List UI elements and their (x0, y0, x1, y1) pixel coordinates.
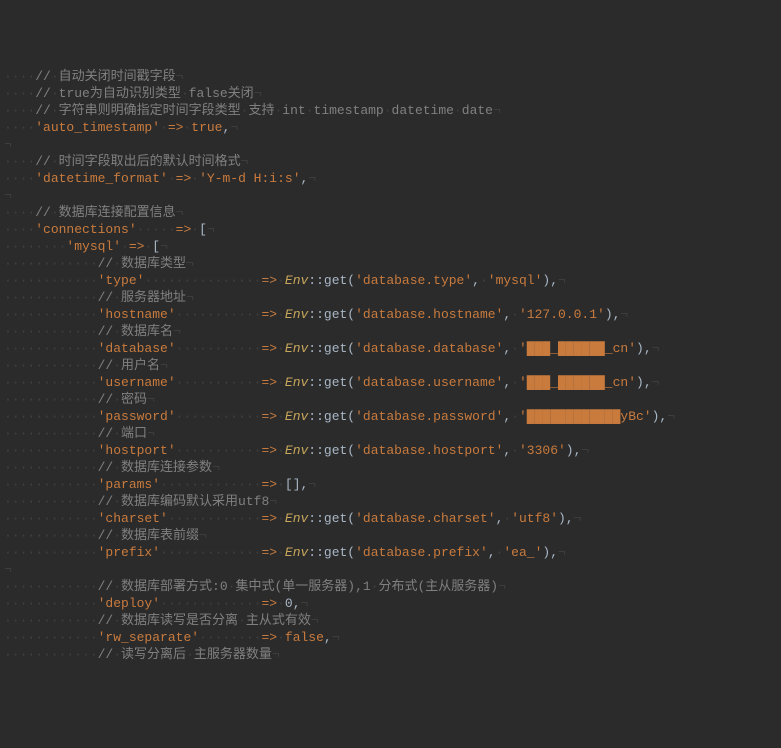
code-line: ····'auto_timestamp'·=>·true,¬ (4, 119, 777, 136)
code-line: ····//·时间字段取出后的默认时间格式¬ (4, 153, 777, 170)
code-line: ············//·数据库读写是否分离·主从式有效¬ (4, 612, 777, 629)
code-line: ············//·数据库连接参数¬ (4, 459, 777, 476)
code-editor[interactable]: ····//·自动关闭时间戳字段¬····//·true为自动识别类型·fals… (4, 68, 777, 663)
code-line: ············'charset'············=>·Env:… (4, 510, 777, 527)
code-line: ············//·读写分离后·主服务器数量¬ (4, 646, 777, 663)
code-line: ············'database'···········=>·Env:… (4, 340, 777, 357)
code-line: ············'type'···············=>·Env:… (4, 272, 777, 289)
code-line: ············//·数据库表前缀¬ (4, 527, 777, 544)
code-line: ············//·密码¬ (4, 391, 777, 408)
code-line: ············//·用户名¬ (4, 357, 777, 374)
code-line: ····//·字符串则明确指定时间字段类型·支持·int·timestamp·d… (4, 102, 777, 119)
code-line: ¬ (4, 561, 777, 578)
code-line: ············'params'·············=>·[],¬ (4, 476, 777, 493)
code-line: ············//·服务器地址¬ (4, 289, 777, 306)
code-line: ········'mysql'·=>·[¬ (4, 238, 777, 255)
code-line: ············'hostport'···········=>·Env:… (4, 442, 777, 459)
code-line: ············'deploy'·············=>·0,¬ (4, 595, 777, 612)
code-line: ············'username'···········=>·Env:… (4, 374, 777, 391)
code-line: ····'datetime_format'·=>·'Y-m-d H:i:s',¬ (4, 170, 777, 187)
code-line: ············'prefix'·············=>·Env:… (4, 544, 777, 561)
code-line: ¬ (4, 136, 777, 153)
code-line: ····//·true为自动识别类型·false关闭¬ (4, 85, 777, 102)
code-line: ············//·数据库名¬ (4, 323, 777, 340)
code-line: ············'hostname'···········=>·Env:… (4, 306, 777, 323)
code-line: ····'connections'·····=>·[¬ (4, 221, 777, 238)
code-line: ····//·数据库连接配置信息¬ (4, 204, 777, 221)
code-line: ············//·端口¬ (4, 425, 777, 442)
code-line: ············//·数据库编码默认采用utf8¬ (4, 493, 777, 510)
code-line: ····//·自动关闭时间戳字段¬ (4, 68, 777, 85)
code-line: ············//·数据库类型¬ (4, 255, 777, 272)
code-line: ············'password'···········=>·Env:… (4, 408, 777, 425)
code-line: ¬ (4, 187, 777, 204)
code-line: ············'rw_separate'········=>·fals… (4, 629, 777, 646)
